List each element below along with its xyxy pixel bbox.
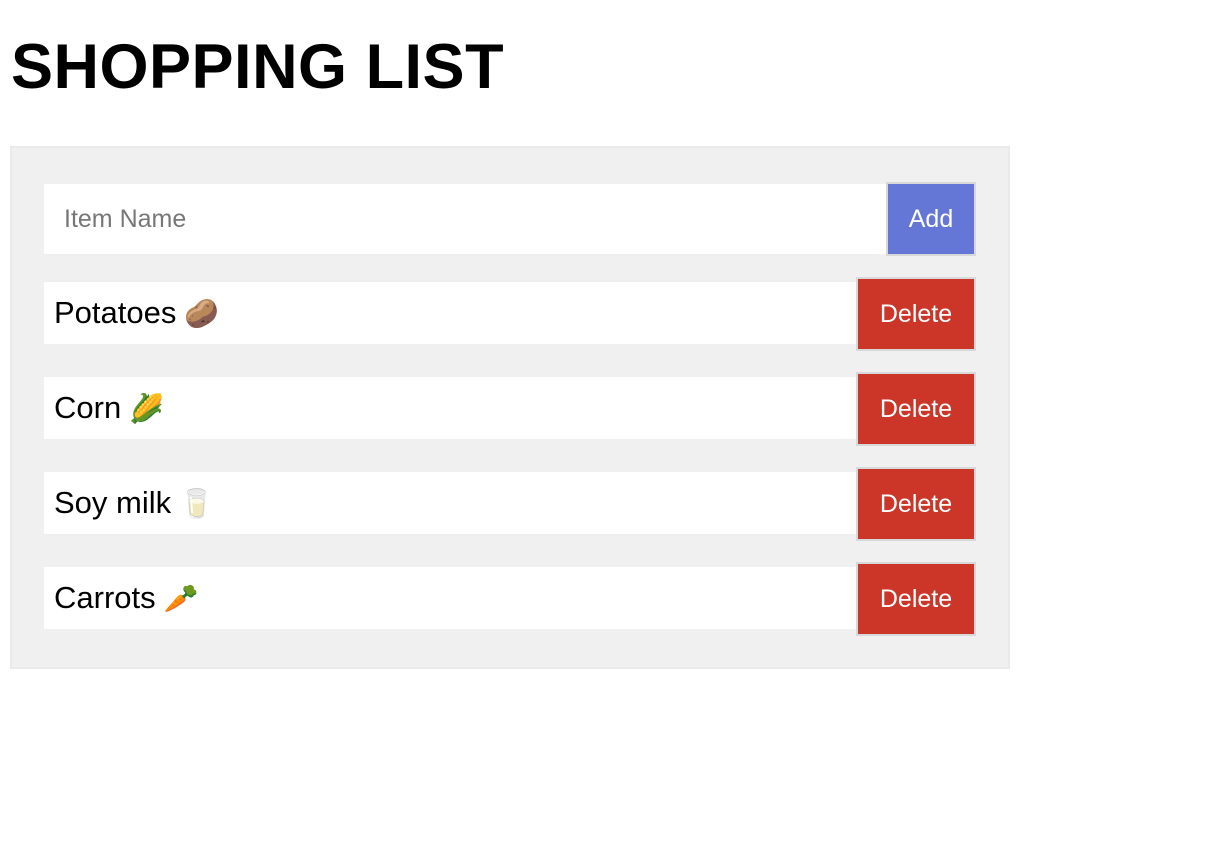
delete-button[interactable]: Delete bbox=[856, 467, 976, 541]
page-title: SHOPPING LIST bbox=[11, 32, 505, 102]
carrot-icon: 🥕 bbox=[163, 583, 199, 614]
shopping-list: Potatoes 🥔 Delete Corn 🌽 Delete Soy milk 🥛 … bbox=[44, 277, 976, 657]
item-label: Corn 🌽 bbox=[44, 377, 856, 439]
item-label: Potatoes 🥔 bbox=[44, 282, 856, 344]
shopping-list-panel: Add Potatoes🥔 Delete Corn🌽 Delete Soy mi… bbox=[10, 146, 1010, 669]
item-name: Carrots bbox=[54, 580, 156, 615]
item-name-input[interactable] bbox=[44, 184, 886, 254]
item-label: Carrots 🥕 bbox=[44, 567, 856, 629]
item-label: Soy milk 🥛 bbox=[44, 472, 856, 534]
list-item: Soy milk 🥛 Delete bbox=[44, 467, 976, 541]
milk-glass-icon: 🥛 bbox=[179, 488, 215, 519]
potato-icon: 🥔 bbox=[184, 298, 220, 329]
list-item: Carrots 🥕 Delete bbox=[44, 562, 976, 636]
item-name: Soy milk bbox=[54, 485, 172, 520]
add-button[interactable]: Add bbox=[886, 182, 976, 256]
delete-button[interactable]: Delete bbox=[856, 562, 976, 636]
list-item: Corn 🌽 Delete bbox=[44, 372, 976, 446]
item-name: Potatoes bbox=[54, 295, 177, 330]
delete-button[interactable]: Delete bbox=[856, 277, 976, 351]
list-item: Potatoes 🥔 Delete bbox=[44, 277, 976, 351]
corn-icon: 🌽 bbox=[129, 393, 165, 424]
add-item-form: Add bbox=[44, 182, 976, 256]
delete-button[interactable]: Delete bbox=[856, 372, 976, 446]
item-name: Corn bbox=[54, 390, 122, 425]
